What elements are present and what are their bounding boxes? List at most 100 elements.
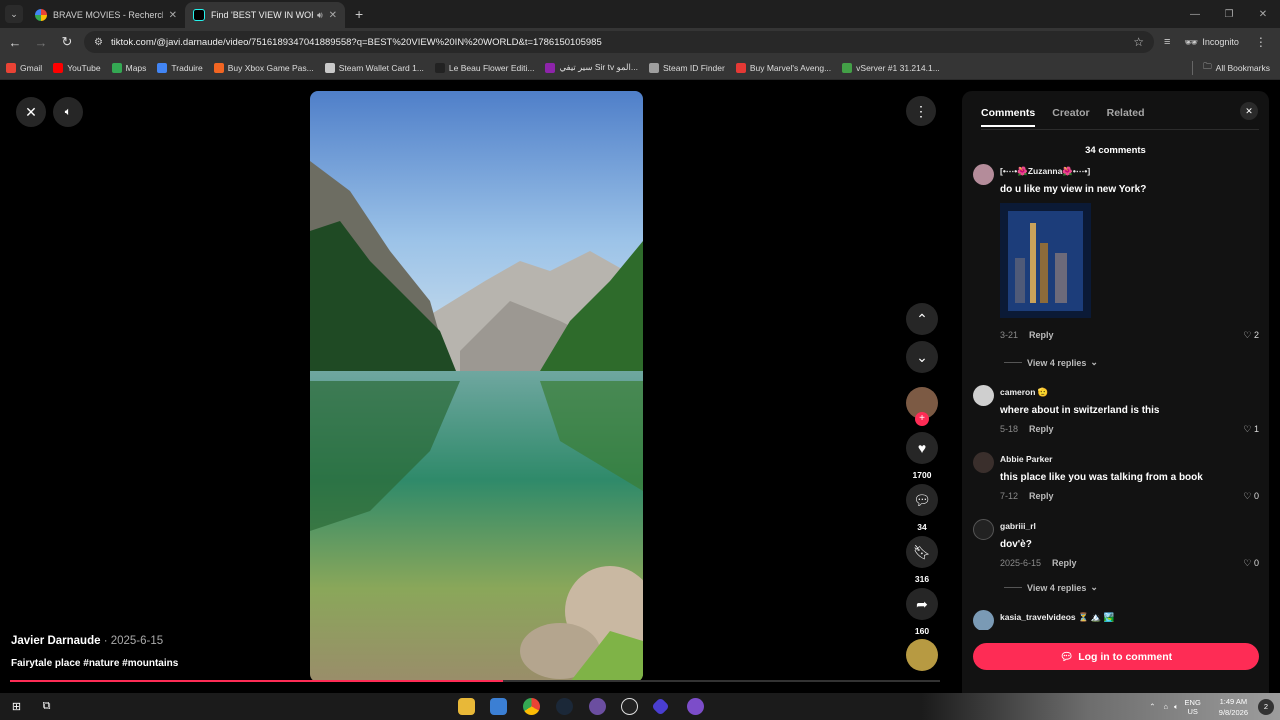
close-video-button[interactable]: ✕ bbox=[16, 97, 46, 127]
more-options-button[interactable]: ⋮ bbox=[906, 96, 936, 126]
share-button[interactable]: ➦ 160 bbox=[905, 588, 939, 636]
discord-icon[interactable] bbox=[687, 698, 704, 715]
music-disc-button[interactable] bbox=[905, 639, 939, 671]
reply-button[interactable]: Reply bbox=[1029, 424, 1054, 435]
creator-avatar[interactable]: + bbox=[905, 387, 939, 426]
comment-username[interactable]: cameron 🫡 bbox=[1000, 387, 1048, 398]
language-indicator[interactable]: ENG US bbox=[1185, 698, 1201, 716]
chevron-up-icon[interactable]: ⌃ bbox=[1149, 702, 1155, 711]
view-replies-button[interactable]: View 4 replies ⌄ bbox=[1004, 582, 1098, 593]
app-icon[interactable] bbox=[589, 698, 606, 715]
incognito-indicator[interactable]: 🕶︎ Incognito bbox=[1184, 36, 1239, 49]
back-icon[interactable]: ← bbox=[4, 35, 26, 50]
chrome-icon[interactable] bbox=[523, 698, 540, 715]
close-panel-button[interactable]: ✕ bbox=[1240, 102, 1258, 120]
comment-username[interactable]: kasia_travelvideos ⏳ 🏔️ 🏞️ bbox=[1000, 612, 1114, 623]
divider bbox=[981, 129, 1259, 130]
steam-icon bbox=[648, 62, 659, 73]
file-explorer-icon[interactable] bbox=[458, 698, 475, 715]
login-to-comment-button[interactable]: 💬︎ Log in to comment bbox=[973, 643, 1259, 670]
browser-toolbar: ← → ↻ ⚙ tiktok.com/@javi.darnaude/video/… bbox=[0, 28, 1280, 56]
restore-icon[interactable]: ❐ bbox=[1212, 0, 1246, 28]
comment-like-button[interactable]: ♡ 1 bbox=[1243, 424, 1259, 435]
avatar[interactable] bbox=[973, 164, 994, 185]
task-view-icon[interactable]: ⧉ bbox=[38, 698, 55, 715]
bookmark-maps[interactable]: Maps bbox=[111, 62, 146, 73]
volume-button[interactable]: 🔈︎ bbox=[53, 97, 83, 127]
browser-menu-icon[interactable]: ⋮ bbox=[1255, 35, 1267, 49]
bookmark-xbox-game-pass[interactable]: Buy Xbox Game Pas... bbox=[213, 62, 314, 73]
video-caption: Fairytale place #nature #mountains bbox=[11, 658, 179, 669]
comment-username[interactable]: gabriii_rl bbox=[1000, 521, 1036, 531]
reply-button[interactable]: Reply bbox=[1029, 330, 1054, 341]
comment-username[interactable]: [•⋯•🌺Zuzanna🌺•⋯•] bbox=[1000, 166, 1090, 177]
volume-icon[interactable]: 🔈︎ bbox=[1174, 702, 1179, 712]
bookmark-traduire[interactable]: Traduire bbox=[157, 62, 203, 73]
clock[interactable]: 1:49 AM 9/8/2026 bbox=[1219, 696, 1248, 718]
close-tab-icon[interactable]: ✕ bbox=[329, 10, 337, 21]
comment-button[interactable]: 💬︎ 34 bbox=[905, 484, 939, 532]
follow-plus-icon[interactable]: + bbox=[915, 412, 929, 426]
bookmark-gmail[interactable]: Gmail bbox=[6, 62, 42, 73]
address-bar[interactable]: ⚙ tiktok.com/@javi.darnaude/video/751618… bbox=[84, 31, 1154, 53]
avatar[interactable] bbox=[973, 610, 994, 630]
comment-like-button[interactable]: ♡ 2 bbox=[1243, 330, 1259, 341]
video-player[interactable] bbox=[310, 91, 643, 682]
media-controls-icon[interactable]: ≡ bbox=[1164, 36, 1170, 48]
video-progress-bar[interactable] bbox=[10, 680, 940, 682]
share-icon: ➦ bbox=[906, 588, 938, 620]
bookmark-marvels-avengers[interactable]: Buy Marvel's Aveng... bbox=[735, 62, 831, 73]
tab-creator[interactable]: Creator bbox=[1052, 107, 1089, 127]
minimize-icon[interactable]: — bbox=[1178, 0, 1212, 28]
tab-related[interactable]: Related bbox=[1107, 107, 1145, 127]
tab-search-button[interactable]: ⌄ bbox=[5, 5, 23, 23]
comment-like-button[interactable]: ♡ 0 bbox=[1243, 491, 1259, 502]
video-author[interactable]: Javier Darnaude · 2025-6-15 bbox=[11, 635, 163, 647]
network-icon[interactable]: ⌂ bbox=[1164, 702, 1169, 711]
obs-icon[interactable] bbox=[621, 698, 638, 715]
tab-brave-movies[interactable]: BRAVE MOVIES - Recherche Go ✕ bbox=[27, 2, 185, 28]
bookmark-sir-tv[interactable]: سير تيفي Sir tv المو... bbox=[545, 62, 638, 73]
comment-like-button[interactable]: ♡ 0 bbox=[1243, 558, 1259, 569]
epic-icon[interactable] bbox=[651, 697, 670, 716]
avatar[interactable] bbox=[973, 519, 994, 540]
avatar[interactable] bbox=[973, 452, 994, 473]
close-window-icon[interactable]: ✕ bbox=[1246, 0, 1280, 28]
new-tab-button[interactable]: + bbox=[355, 6, 363, 22]
close-tab-icon[interactable]: ✕ bbox=[169, 10, 177, 21]
all-bookmarks[interactable]: 🗀 All Bookmarks bbox=[1192, 60, 1270, 75]
notification-badge[interactable]: 2 bbox=[1258, 698, 1274, 715]
youtube-icon bbox=[53, 62, 64, 73]
previous-video-button[interactable]: ⌃ bbox=[905, 303, 939, 335]
avatar[interactable] bbox=[973, 385, 994, 406]
forward-icon[interactable]: → bbox=[30, 35, 52, 50]
reload-icon[interactable]: ↻ bbox=[56, 34, 78, 50]
next-video-button[interactable]: ⌄ bbox=[905, 341, 939, 373]
store-icon[interactable] bbox=[490, 698, 507, 715]
bookmark-vserver[interactable]: vServer #1 31.214.1... bbox=[842, 62, 940, 73]
windows-start-icon[interactable]: ⊞ bbox=[8, 698, 25, 715]
comment-username[interactable]: Abbie Parker bbox=[1000, 454, 1052, 464]
audio-playing-icon[interactable]: 🔊︎ bbox=[317, 10, 323, 21]
reply-button[interactable]: Reply bbox=[1052, 558, 1077, 569]
bookmark-youtube[interactable]: YouTube bbox=[53, 62, 101, 73]
bookmark-le-beau-flower[interactable]: Le Beau Flower Editi... bbox=[434, 62, 534, 73]
steam-icon[interactable] bbox=[556, 698, 573, 715]
bookmark-steam-wallet[interactable]: Steam Wallet Card 1... bbox=[324, 62, 424, 73]
like-button[interactable]: ♥ 1700 bbox=[905, 432, 939, 480]
save-count: 316 bbox=[914, 574, 930, 584]
bookmark-star-icon[interactable]: ☆ bbox=[1133, 35, 1144, 49]
tab-comments[interactable]: Comments bbox=[981, 107, 1036, 127]
comment-bubble-icon: 💬︎ bbox=[1059, 651, 1074, 663]
comment-image[interactable] bbox=[1000, 203, 1091, 318]
reply-button[interactable]: Reply bbox=[1029, 491, 1054, 502]
save-button[interactable]: 🔖︎ 316 bbox=[905, 536, 939, 584]
chevron-down-icon: ⌄ bbox=[1090, 357, 1098, 367]
view-replies-button[interactable]: View 4 replies ⌄ bbox=[1004, 357, 1098, 368]
site-info-icon[interactable]: ⚙ bbox=[94, 37, 103, 48]
url-text[interactable]: tiktok.com/@javi.darnaude/video/75161893… bbox=[111, 37, 1133, 48]
bookmark-steam-id-finder[interactable]: Steam ID Finder bbox=[648, 62, 725, 73]
tab-tiktok[interactable]: Find 'BEST VIEW IN WORLD' 🔊︎ ✕ bbox=[185, 2, 345, 28]
video-date: · 2025-6-15 bbox=[100, 635, 164, 647]
comment-meta: 2025-6-15 Reply ♡ 0 bbox=[1000, 558, 1259, 569]
